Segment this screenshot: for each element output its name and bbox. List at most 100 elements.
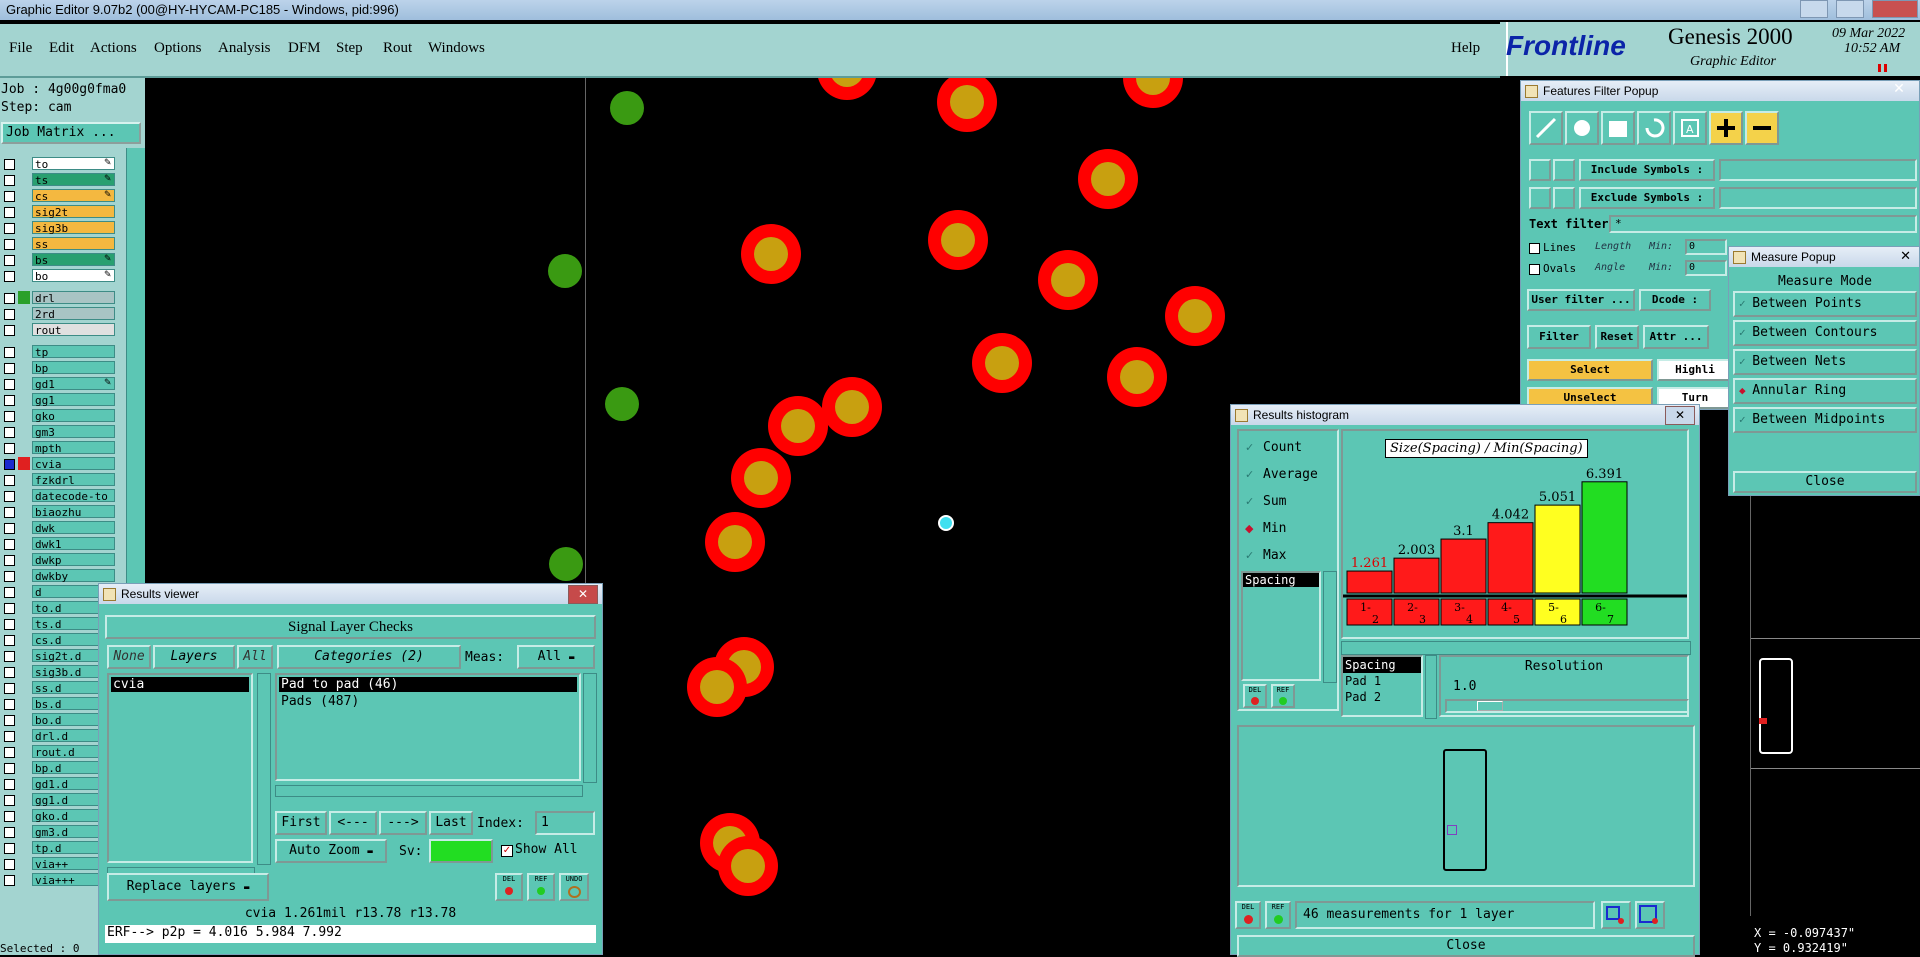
layer-checkbox[interactable]	[4, 763, 15, 774]
menu-analysis[interactable]: Analysis	[218, 40, 271, 57]
first-button[interactable]: First	[275, 811, 327, 835]
layer-checkbox[interactable]	[4, 255, 15, 266]
layer-row[interactable]: 2rd	[0, 306, 118, 321]
layer-checkbox[interactable]	[4, 859, 15, 870]
angle-min-input[interactable]: 0	[1685, 260, 1727, 276]
layer-name[interactable]: datecode-to	[32, 489, 115, 503]
layer-name[interactable]: tp	[32, 345, 115, 359]
layer-name[interactable]: to	[32, 157, 115, 171]
layer-name[interactable]: dwk	[32, 521, 115, 535]
measure-mode-between-points[interactable]: ✓ Between Points	[1733, 291, 1917, 317]
layer-row[interactable]: dwkby	[0, 568, 118, 583]
menu-actions[interactable]: Actions	[90, 40, 137, 57]
layer-checkbox[interactable]	[4, 875, 15, 886]
field-item-pad1[interactable]: Pad 1	[1343, 673, 1421, 689]
text-tool-icon[interactable]: A	[1673, 111, 1707, 145]
layer-row[interactable]: cs ✎	[0, 188, 118, 203]
category-item-pad-to-pad[interactable]: Pad to pad (46)	[279, 677, 577, 692]
bottom-ref-button[interactable]: REF	[1265, 901, 1291, 929]
layer-row[interactable]: mpth	[0, 440, 118, 455]
line-tool-icon[interactable]	[1529, 111, 1563, 145]
option-average[interactable]: ✓ Average	[1243, 466, 1335, 486]
category-item-pads[interactable]: Pads (487)	[277, 694, 579, 709]
layer-checkbox[interactable]	[4, 683, 15, 694]
resolution-slider-thumb[interactable]	[1477, 701, 1503, 711]
layer-checkbox[interactable]	[4, 411, 15, 422]
layer-name[interactable]: cvia	[32, 457, 115, 471]
layer-row[interactable]: datecode-to	[0, 488, 118, 503]
layer-result-list[interactable]: cvia	[107, 673, 253, 863]
rv-del-button[interactable]: DEL	[495, 873, 523, 901]
histogram-list[interactable]: Spacing	[1241, 571, 1321, 681]
replace-layers-dropdown[interactable]: Replace layers ▬	[107, 873, 269, 901]
layer-checkbox[interactable]	[4, 491, 15, 502]
layer-checkbox[interactable]	[4, 191, 15, 202]
layer-row[interactable]: bo ✎	[0, 268, 118, 283]
layer-result-item[interactable]: cvia	[111, 677, 249, 692]
layer-name[interactable]: gm3	[32, 425, 115, 439]
menu-edit[interactable]: Edit	[49, 40, 74, 57]
include-pick-icon[interactable]	[1553, 159, 1575, 181]
menu-rout[interactable]: Rout	[383, 40, 412, 57]
layer-name[interactable]: 2rd	[32, 307, 115, 321]
layer-checkbox[interactable]	[4, 587, 15, 598]
exclude-symbols-button[interactable]: Exclude Symbols :	[1579, 187, 1715, 209]
layer-checkbox[interactable]	[4, 635, 15, 646]
layer-color-swatch[interactable]	[18, 457, 30, 470]
layer-name[interactable]: sig3b	[32, 221, 115, 235]
layer-checkbox[interactable]	[4, 427, 15, 438]
layer-checkbox[interactable]	[4, 715, 15, 726]
layer-row[interactable]: gg1	[0, 392, 118, 407]
measure-mode-between-nets[interactable]: ✓ Between Nets	[1733, 349, 1917, 375]
option-min[interactable]: ◆ Min	[1243, 520, 1335, 540]
option-count[interactable]: ✓ Count	[1243, 439, 1335, 459]
layer-checkbox[interactable]	[4, 475, 15, 486]
category-list-scrollbar[interactable]	[583, 673, 597, 783]
layer-row[interactable]: biaozhu	[0, 504, 118, 519]
features-filter-close-icon[interactable]: ✕	[1888, 80, 1910, 96]
mini-map[interactable]	[1750, 496, 1920, 916]
layer-name[interactable]: gd1	[32, 377, 115, 391]
prev-button[interactable]: <---	[329, 811, 377, 835]
layer-name[interactable]: gg1	[32, 393, 115, 407]
layer-row[interactable]: dwk	[0, 520, 118, 535]
histogram-close-icon[interactable]: ✕	[1665, 406, 1695, 425]
layer-name[interactable]: bp	[32, 361, 115, 375]
layer-name[interactable]: drl	[32, 291, 115, 305]
histogram-del-button[interactable]: DEL	[1243, 684, 1267, 708]
layer-row[interactable]: fzkdrl	[0, 472, 118, 487]
layer-checkbox[interactable]	[4, 175, 15, 186]
results-viewer-close-icon[interactable]: ✕	[568, 585, 598, 604]
exclude-symbols-input[interactable]	[1719, 187, 1917, 209]
layer-row[interactable]: to ✎	[0, 156, 118, 171]
sv-color-dropdown[interactable]	[429, 839, 493, 863]
exclude-pick-icon[interactable]	[1553, 187, 1575, 209]
include-symbols-button[interactable]: Include Symbols :	[1579, 159, 1715, 181]
meas-dropdown[interactable]: All ▬	[517, 645, 595, 669]
layer-checkbox[interactable]	[4, 731, 15, 742]
maximize-button[interactable]	[1836, 0, 1864, 18]
layer-row[interactable]: bs ✎	[0, 252, 118, 267]
layer-row[interactable]: dwkp	[0, 552, 118, 567]
layer-name[interactable]: dwkp	[32, 553, 115, 567]
minimize-button[interactable]	[1800, 0, 1828, 18]
layer-checkbox[interactable]	[4, 293, 15, 304]
layer-row[interactable]: sig3b	[0, 220, 118, 235]
layer-row[interactable]: gm3	[0, 424, 118, 439]
layer-row[interactable]: ts ✎	[0, 172, 118, 187]
attr-button[interactable]: Attr ...	[1643, 325, 1709, 349]
layer-name[interactable]: bo	[32, 269, 115, 283]
layer-checkbox[interactable]	[4, 779, 15, 790]
lines-checkbox[interactable]	[1529, 243, 1540, 254]
layer-checkbox[interactable]	[4, 571, 15, 582]
measure-close-button[interactable]: Close	[1733, 471, 1917, 493]
length-min-input[interactable]: 0	[1685, 239, 1727, 255]
layer-checkbox[interactable]	[4, 843, 15, 854]
index-input[interactable]: 1	[535, 811, 595, 835]
layer-checkbox[interactable]	[4, 271, 15, 282]
layer-list-scrollbar[interactable]	[257, 673, 271, 865]
layer-checkbox[interactable]	[4, 827, 15, 838]
menu-windows[interactable]: Windows	[428, 40, 485, 57]
include-arrow-icon[interactable]	[1529, 159, 1551, 181]
layer-name[interactable]: dwkby	[32, 569, 115, 583]
